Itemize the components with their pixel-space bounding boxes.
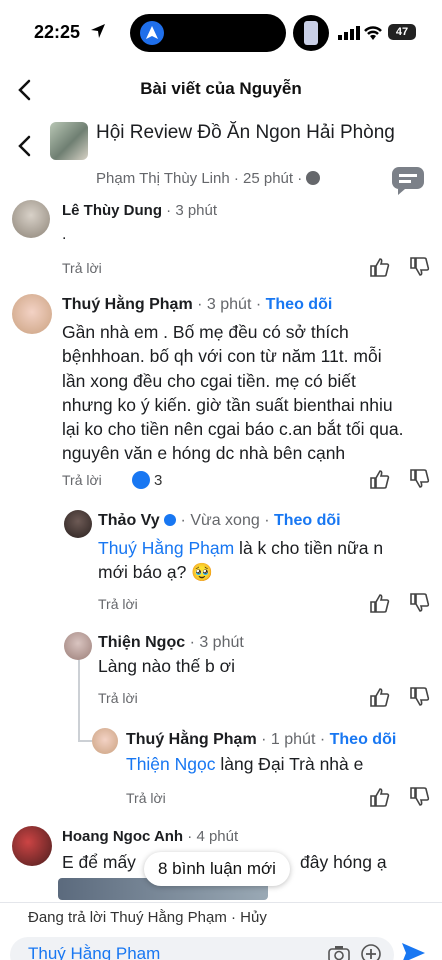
- chat-bubble-icon[interactable]: [390, 165, 426, 195]
- reply-button[interactable]: Trả lời: [98, 596, 138, 612]
- reply-button[interactable]: Trả lời: [126, 790, 166, 806]
- comment-thao-vy: Thảo Vy · Vừa xong · Theo dõi Thuý Hằng …: [0, 506, 442, 616]
- follow-button[interactable]: Theo dõi: [266, 296, 333, 313]
- thumbs-up-icon[interactable]: [368, 592, 390, 614]
- body-text: làng Đại Trà nhà e: [215, 754, 364, 774]
- comment-body: Làng nào thế b ơi: [98, 656, 236, 676]
- wifi-icon: [364, 26, 382, 40]
- group-name[interactable]: Hội Review Đồ Ăn Ngon Hải Phòng: [96, 120, 396, 145]
- body-line: nhưng ko ý kiến. giờ tần suất bienthai n…: [62, 394, 393, 415]
- thumbs-up-icon[interactable]: [368, 256, 390, 278]
- globe-icon: [306, 171, 321, 185]
- thumbs-down-icon[interactable]: [408, 468, 430, 490]
- comment-time: · Vừa xong ·: [180, 512, 270, 529]
- comment-time: · 3 phút: [189, 634, 244, 651]
- author-name[interactable]: Hoang Ngoc Anh: [62, 828, 183, 845]
- comment-body-left: E để mấy: [62, 852, 136, 872]
- navigation-icon: [140, 21, 164, 45]
- page-header: Bài viết của Nguyễn: [0, 68, 442, 112]
- group-back-icon[interactable]: [12, 132, 40, 160]
- avatar[interactable]: [64, 632, 92, 660]
- new-comments-toast[interactable]: 8 bình luận mới: [144, 852, 290, 886]
- mention-link[interactable]: Thiện Ngọc: [126, 754, 216, 774]
- group-meta: Phạm Thị Thùy Linh · 25 phút ·: [96, 170, 321, 187]
- comment-input-value[interactable]: Thuý Hằng Phạm: [28, 944, 160, 960]
- follow-button[interactable]: Theo dõi: [274, 512, 341, 529]
- author-name[interactable]: Thảo Vy: [98, 512, 160, 529]
- camera-icon[interactable]: [328, 945, 350, 960]
- comment-thuy-hang-pham-reply: Thuý Hằng Phạm · 1 phút · Theo dõi Thiện…: [0, 726, 442, 810]
- location-arrow-icon: [91, 24, 105, 38]
- thumbs-down-icon[interactable]: [408, 786, 430, 808]
- comment-body: .: [62, 226, 67, 243]
- comment-author[interactable]: Thuý Hằng Phạm · 1 phút · Theo dõi: [126, 731, 396, 749]
- comment-body: Gần nhà em . Bố mẹ đều có sở thích bệnhh…: [62, 320, 440, 466]
- avatar[interactable]: [12, 200, 50, 238]
- comment-body: Thiện Ngọc làng Đại Trà nhà e: [126, 754, 363, 775]
- page-title: Bài viết của Nguyễn: [140, 79, 302, 98]
- comment-thien-ngoc: Thiện Ngọc · 3 phút Làng nào thế b ơi Tr…: [0, 628, 442, 712]
- screen-recording-icon: [293, 15, 329, 51]
- author-name[interactable]: Thuý Hằng Phạm: [126, 731, 257, 748]
- reply-button[interactable]: Trả lời: [98, 690, 138, 706]
- comment-time: · 3 phút ·: [197, 296, 262, 313]
- comment-author[interactable]: Hoang Ngoc Anh · 4 phút: [62, 828, 238, 845]
- avatar[interactable]: [12, 826, 52, 866]
- body-line: lần xong đều cho cgai tiền. mẹ có biết: [62, 370, 356, 391]
- comment-le-thuy-dung: Lê Thùy Dung · 3 phút . Trả lời: [0, 196, 442, 280]
- thumbs-up-icon[interactable]: [368, 468, 390, 490]
- body-line: bệnhhoan. bố qh với con từ năm 11t. mỗi: [62, 346, 382, 367]
- verified-badge-icon: [164, 514, 177, 526]
- thumbs-up-icon[interactable]: [368, 686, 390, 708]
- status-bar: 22:25 47: [0, 0, 442, 62]
- comment-author[interactable]: Thuý Hằng Phạm · 3 phút · Theo dõi: [62, 296, 332, 314]
- body-line: Gần nhà em . Bố mẹ đều có sở thích: [62, 322, 349, 342]
- reaction-number: 3: [154, 471, 163, 489]
- comment-author[interactable]: Lê Thùy Dung · 3 phút: [62, 202, 217, 219]
- author-name[interactable]: Lê Thùy Dung: [62, 202, 162, 219]
- dynamic-island: [130, 14, 286, 52]
- group-avatar[interactable]: [50, 122, 88, 160]
- author-name[interactable]: Thuý Hằng Phạm: [62, 296, 193, 313]
- avatar[interactable]: [64, 510, 92, 538]
- follow-button[interactable]: Theo dõi: [330, 731, 397, 748]
- send-icon[interactable]: [400, 941, 426, 960]
- body-line: mới báo ạ? 🥹: [98, 562, 213, 582]
- like-reaction-icon: [132, 471, 150, 489]
- comment-body: Thuý Hằng Phạm là k cho tiền nữa n mới b…: [98, 536, 438, 584]
- comment-time: · 3 phút: [166, 202, 218, 219]
- body-line: nguyên văn e hóng dc nhà bên cạnh: [62, 443, 346, 464]
- comment-input[interactable]: Thuý Hằng Phạm: [10, 937, 394, 960]
- comment-time: · 1 phút ·: [261, 731, 326, 748]
- reply-button[interactable]: Trả lời: [62, 472, 102, 488]
- body-text: là k cho tiền nữa n: [234, 538, 384, 558]
- avatar[interactable]: [92, 728, 118, 754]
- reply-button[interactable]: Trả lời: [62, 260, 102, 276]
- battery-indicator: 47: [388, 24, 416, 40]
- mention-link[interactable]: Thuý Hằng Phạm: [98, 538, 234, 558]
- avatar[interactable]: [12, 294, 52, 334]
- group-header: Hội Review Đồ Ăn Ngon Hải Phòng Phạm Thị…: [0, 116, 442, 188]
- replying-to-label[interactable]: Đang trả lời Thuý Hằng Phạm · Hủy: [28, 909, 267, 926]
- comment-time: · 4 phút: [187, 828, 239, 845]
- comment-author[interactable]: Thiện Ngọc · 3 phút: [98, 634, 244, 652]
- thumbs-down-icon[interactable]: [408, 256, 430, 278]
- group-meta-text: Phạm Thị Thùy Linh · 25 phút ·: [96, 170, 303, 187]
- thumbs-down-icon[interactable]: [408, 592, 430, 614]
- cellular-signal-icon: [338, 26, 360, 40]
- thumbs-up-icon[interactable]: [368, 786, 390, 808]
- reaction-count[interactable]: 3: [132, 471, 162, 489]
- reply-composer: Đang trả lời Thuý Hằng Phạm · Hủy Thuý H…: [0, 902, 442, 960]
- comment-thuy-hang-pham: Thuý Hằng Phạm · 3 phút · Theo dõi Gần n…: [0, 290, 442, 490]
- add-icon[interactable]: [360, 943, 382, 960]
- status-time: 22:25: [34, 22, 81, 42]
- thumbs-down-icon[interactable]: [408, 686, 430, 708]
- comment-author[interactable]: Thảo Vy · Vừa xong · Theo dõi: [98, 512, 341, 530]
- author-name[interactable]: Thiện Ngọc: [98, 634, 185, 651]
- body-line: lại ko cho tiền nên cgai báo c.an bắt tố…: [62, 419, 404, 440]
- comment-body-right: đây hóng ạ: [300, 852, 387, 872]
